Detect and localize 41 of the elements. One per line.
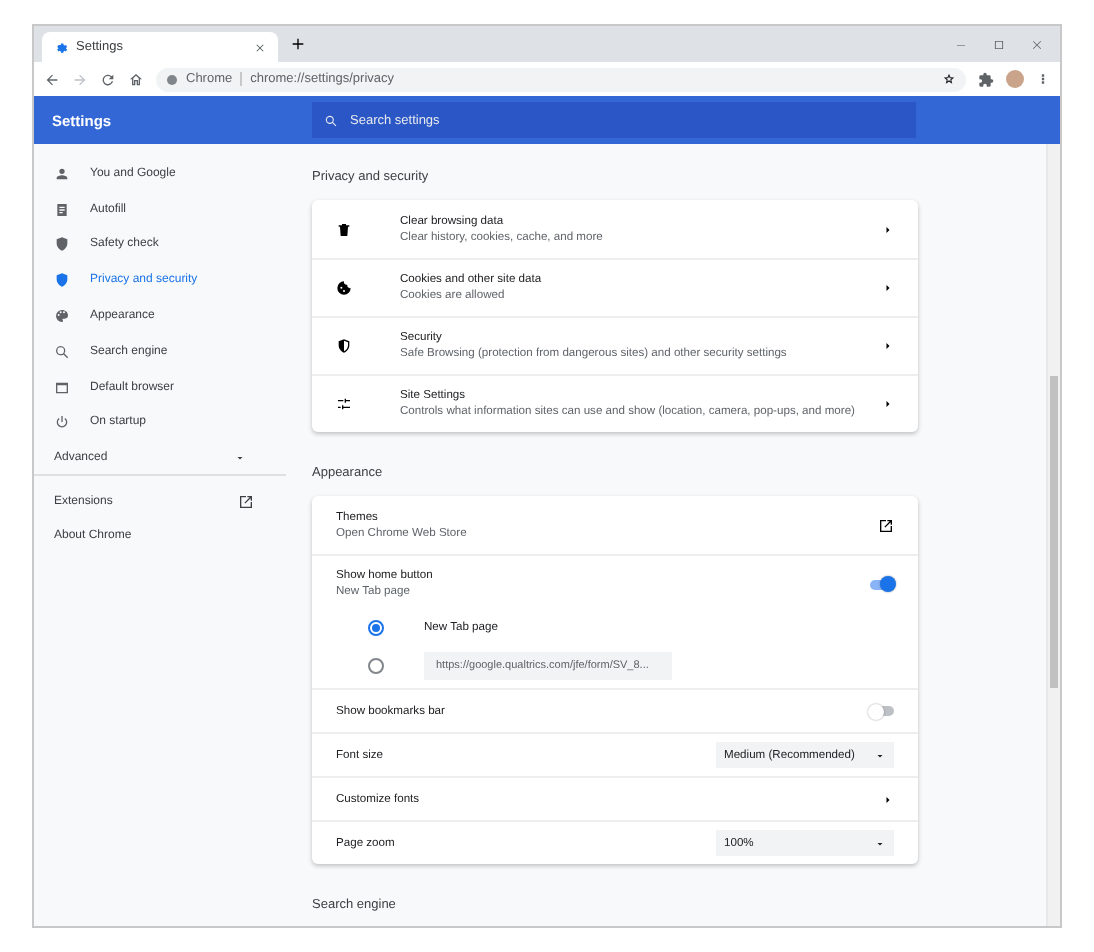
caret-down-icon: [874, 749, 886, 761]
search-icon: [324, 113, 338, 127]
more-menu-icon: [1036, 72, 1050, 86]
close-icon: [254, 41, 266, 53]
clipboard-icon: [54, 201, 70, 218]
chevron-right-icon: [882, 793, 894, 805]
close-icon: [1030, 37, 1044, 51]
home-icon: [128, 71, 144, 87]
maximize-icon: [992, 37, 1006, 51]
chevron-right-icon: [882, 282, 894, 294]
caret-down-icon: [874, 837, 886, 849]
puzzle-icon: [978, 71, 994, 87]
trash-icon: [336, 221, 352, 237]
shield-icon: [336, 338, 352, 354]
plus-icon: [290, 36, 306, 52]
sliders-icon: [336, 396, 352, 412]
power-icon: [54, 414, 70, 431]
back-arrow-icon: [44, 71, 60, 87]
toggle-switch[interactable]: [870, 579, 894, 589]
radio-button[interactable]: [368, 620, 384, 636]
browser-window-icon: [54, 379, 70, 396]
search-icon: [54, 343, 70, 360]
reload-icon: [100, 71, 116, 87]
person-icon: [54, 165, 70, 182]
chevron-right-icon: [882, 223, 894, 235]
shield-check-icon: [54, 236, 70, 253]
palette-icon: [54, 308, 70, 325]
chevron-right-icon: [882, 398, 894, 410]
gear-icon: [54, 40, 68, 54]
scrollbar[interactable]: [1046, 144, 1060, 926]
radio-button[interactable]: [368, 658, 384, 674]
avatar-icon[interactable]: [1006, 70, 1024, 88]
chevron-right-icon: [882, 340, 894, 352]
caret-down-icon: [234, 451, 246, 464]
cookie-icon: [336, 280, 352, 296]
forward-arrow-icon: [72, 71, 88, 87]
external-link-icon: [238, 493, 254, 510]
star-icon: [942, 72, 956, 86]
toggle-switch[interactable]: [870, 706, 894, 716]
shield-icon: [54, 272, 70, 289]
external-link-icon: [878, 517, 894, 533]
